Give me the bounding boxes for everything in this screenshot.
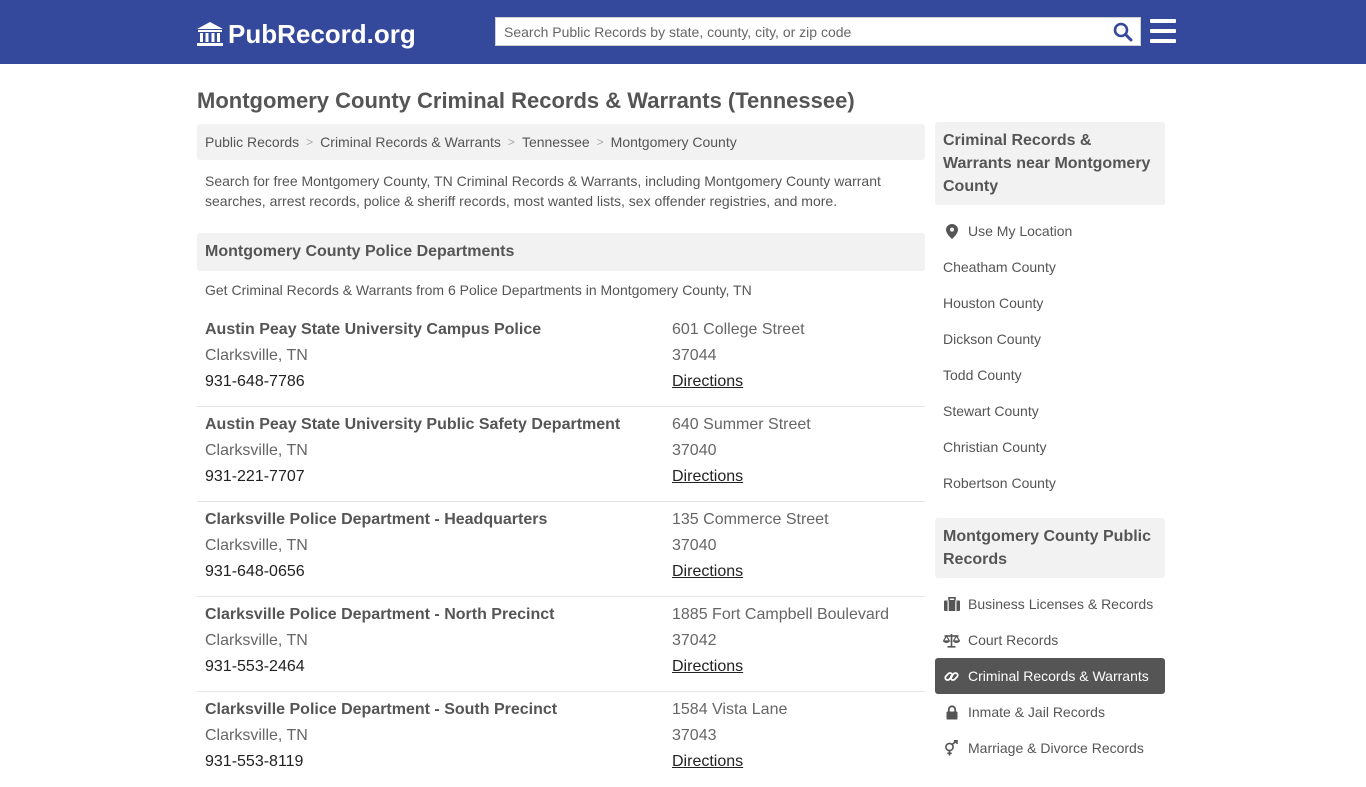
side-item-label: Inmate & Jail Records bbox=[968, 704, 1105, 720]
department-phone[interactable]: 931-553-2464 bbox=[205, 654, 554, 680]
department-name[interactable]: Austin Peay State University Public Safe… bbox=[205, 412, 620, 438]
list-item: Austin Peay State University Public Safe… bbox=[197, 407, 925, 502]
department-phone[interactable]: 931-648-7786 bbox=[205, 369, 541, 395]
list-item: Clarksville Police Department - Headquar… bbox=[197, 502, 925, 597]
sidebar-item-business-licenses[interactable]: Business Licenses & Records bbox=[935, 586, 1165, 622]
directions-link[interactable]: Directions bbox=[672, 468, 743, 485]
menu-bar bbox=[1150, 19, 1176, 23]
breadcrumb-separator: > bbox=[306, 135, 314, 149]
department-name[interactable]: Austin Peay State University Campus Poli… bbox=[205, 317, 541, 343]
department-zip: 37040 bbox=[672, 442, 717, 459]
nearby-county-stewart[interactable]: Stewart County bbox=[935, 393, 1165, 429]
department-phone[interactable]: 931-221-7707 bbox=[205, 464, 620, 490]
breadcrumb-separator: > bbox=[507, 135, 515, 149]
sidebar-item-criminal-records[interactable]: Criminal Records & Warrants bbox=[935, 658, 1165, 694]
department-street: 601 College Street bbox=[672, 321, 805, 338]
side-item-label: Todd County bbox=[943, 367, 1022, 383]
hamburger-menu-icon[interactable] bbox=[1150, 19, 1176, 43]
search-button[interactable] bbox=[1106, 18, 1140, 45]
department-list: Austin Peay State University Campus Poli… bbox=[197, 312, 925, 787]
nearby-county-cheatham[interactable]: Cheatham County bbox=[935, 249, 1165, 285]
nearby-county-robertson[interactable]: Robertson County bbox=[935, 465, 1165, 501]
side-item-label: Robertson County bbox=[943, 475, 1056, 491]
department-city: Clarksville, TN bbox=[205, 537, 308, 554]
side-item-label: Use My Location bbox=[968, 223, 1073, 239]
site-logo[interactable]: PubRecord.org bbox=[196, 18, 416, 50]
main-content: Public Records > Criminal Records & Warr… bbox=[197, 124, 925, 787]
menu-bar bbox=[1150, 39, 1176, 43]
side-item-label: Christian County bbox=[943, 439, 1047, 455]
scales-icon bbox=[943, 632, 960, 648]
breadcrumb-tennessee[interactable]: Tennessee bbox=[522, 134, 590, 150]
department-city: Clarksville, TN bbox=[205, 632, 308, 649]
department-name[interactable]: Clarksville Police Department - North Pr… bbox=[205, 602, 554, 628]
breadcrumb: Public Records > Criminal Records & Warr… bbox=[197, 124, 925, 160]
map-marker-icon bbox=[943, 223, 960, 239]
department-phone[interactable]: 931-553-8119 bbox=[205, 749, 557, 775]
lock-icon bbox=[943, 704, 960, 720]
breadcrumb-current: Montgomery County bbox=[610, 134, 737, 150]
sidebar-item-inmate-jail[interactable]: Inmate & Jail Records bbox=[935, 694, 1165, 730]
department-street: 1885 Fort Campbell Boulevard bbox=[672, 606, 890, 623]
department-street: 640 Summer Street bbox=[672, 416, 811, 433]
courthouse-icon bbox=[197, 22, 223, 46]
nearby-county-houston[interactable]: Houston County bbox=[935, 285, 1165, 321]
search-input[interactable] bbox=[496, 18, 1106, 45]
top-header: PubRecord.org bbox=[0, 0, 1366, 64]
list-item: Clarksville Police Department - North Pr… bbox=[197, 597, 925, 692]
department-phone[interactable]: 931-648-0656 bbox=[205, 559, 547, 585]
breadcrumb-public-records[interactable]: Public Records bbox=[205, 134, 299, 150]
side-item-label: Marriage & Divorce Records bbox=[968, 740, 1144, 756]
directions-link[interactable]: Directions bbox=[672, 753, 743, 770]
department-name[interactable]: Clarksville Police Department - Headquar… bbox=[205, 507, 547, 533]
nearby-list: Use My Location Cheatham County Houston … bbox=[935, 213, 1165, 501]
public-records-list: Business Licenses & Records Court Record… bbox=[935, 586, 1165, 766]
list-item: Austin Peay State University Campus Poli… bbox=[197, 312, 925, 407]
nearby-county-dickson[interactable]: Dickson County bbox=[935, 321, 1165, 357]
department-street: 1584 Vista Lane bbox=[672, 701, 788, 718]
intro-text: Search for free Montgomery County, TN Cr… bbox=[205, 173, 881, 209]
directions-link[interactable]: Directions bbox=[672, 658, 743, 675]
department-zip: 37040 bbox=[672, 537, 717, 554]
list-item: Clarksville Police Department - South Pr… bbox=[197, 692, 925, 787]
department-zip: 37043 bbox=[672, 727, 717, 744]
department-city: Clarksville, TN bbox=[205, 347, 308, 364]
department-street: 135 Commerce Street bbox=[672, 511, 829, 528]
search-box bbox=[495, 17, 1141, 46]
sidebar-item-marriage-divorce[interactable]: Marriage & Divorce Records bbox=[935, 730, 1165, 766]
public-records-heading: Montgomery County Public Records bbox=[935, 518, 1165, 578]
section-title: Montgomery County Police Departments bbox=[197, 233, 925, 271]
sidebar-item-court-records[interactable]: Court Records bbox=[935, 622, 1165, 658]
site-name: PubRecord.org bbox=[228, 18, 416, 49]
briefcase-icon bbox=[943, 596, 960, 612]
department-city: Clarksville, TN bbox=[205, 442, 308, 459]
nearby-county-christian[interactable]: Christian County bbox=[935, 429, 1165, 465]
side-item-label: Dickson County bbox=[943, 331, 1042, 347]
department-name[interactable]: Clarksville Police Department - South Pr… bbox=[205, 697, 557, 723]
directions-link[interactable]: Directions bbox=[672, 563, 743, 580]
side-item-label: Court Records bbox=[968, 632, 1059, 648]
search-icon bbox=[1113, 22, 1133, 41]
nearby-heading: Criminal Records & Warrants near Montgom… bbox=[935, 122, 1165, 205]
department-zip: 37042 bbox=[672, 632, 717, 649]
gender-icon bbox=[943, 740, 960, 756]
breadcrumb-criminal-records[interactable]: Criminal Records & Warrants bbox=[320, 134, 501, 150]
side-item-label: Business Licenses & Records bbox=[968, 596, 1154, 612]
use-my-location-link[interactable]: Use My Location bbox=[935, 213, 1165, 249]
menu-bar bbox=[1150, 29, 1176, 33]
department-zip: 37044 bbox=[672, 347, 717, 364]
nearby-county-todd[interactable]: Todd County bbox=[935, 357, 1165, 393]
section-subtitle: Get Criminal Records & Warrants from 6 P… bbox=[205, 282, 752, 298]
page-title: Montgomery County Criminal Records & War… bbox=[197, 88, 855, 113]
department-city: Clarksville, TN bbox=[205, 727, 308, 744]
side-item-label: Stewart County bbox=[943, 403, 1039, 419]
directions-link[interactable]: Directions bbox=[672, 373, 743, 390]
link-icon bbox=[943, 668, 960, 684]
side-item-label: Criminal Records & Warrants bbox=[968, 668, 1149, 684]
sidebar: Criminal Records & Warrants near Montgom… bbox=[935, 122, 1165, 766]
breadcrumb-separator: > bbox=[596, 135, 604, 149]
side-item-label: Cheatham County bbox=[943, 259, 1056, 275]
side-item-label: Houston County bbox=[943, 295, 1044, 311]
